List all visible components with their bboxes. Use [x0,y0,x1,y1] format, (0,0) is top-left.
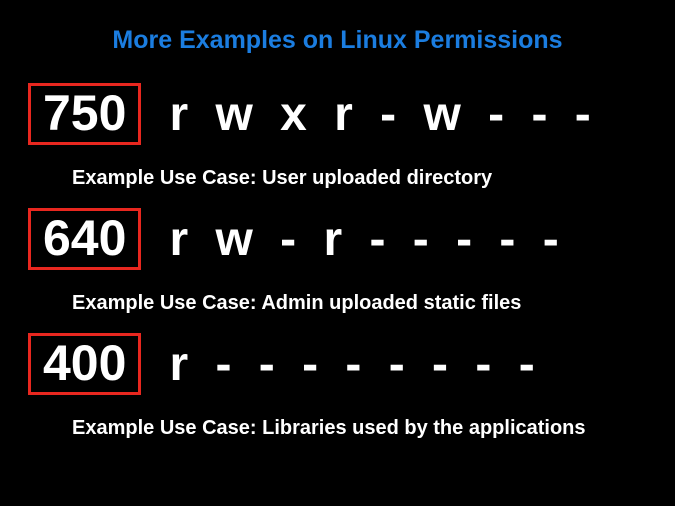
use-case-text: Example Use Case: User uploaded director… [0,167,675,190]
octal-badge: 400 [28,333,141,395]
symbolic-permissions: r - - - - - - - - [169,337,536,392]
symbolic-permissions: r w x r - w - - - [169,87,592,142]
octal-badge: 640 [28,208,141,270]
permission-row: 640 r w - r - - - - - [0,208,675,270]
symbolic-permissions: r w - r - - - - - [169,212,560,267]
permission-row: 400 r - - - - - - - - [0,333,675,395]
slide-title: More Examples on Linux Permissions [0,0,675,65]
permission-row: 750 r w x r - w - - - [0,83,675,145]
use-case-text: Example Use Case: Libraries used by the … [0,417,675,440]
octal-badge: 750 [28,83,141,145]
use-case-text: Example Use Case: Admin uploaded static … [0,292,675,315]
